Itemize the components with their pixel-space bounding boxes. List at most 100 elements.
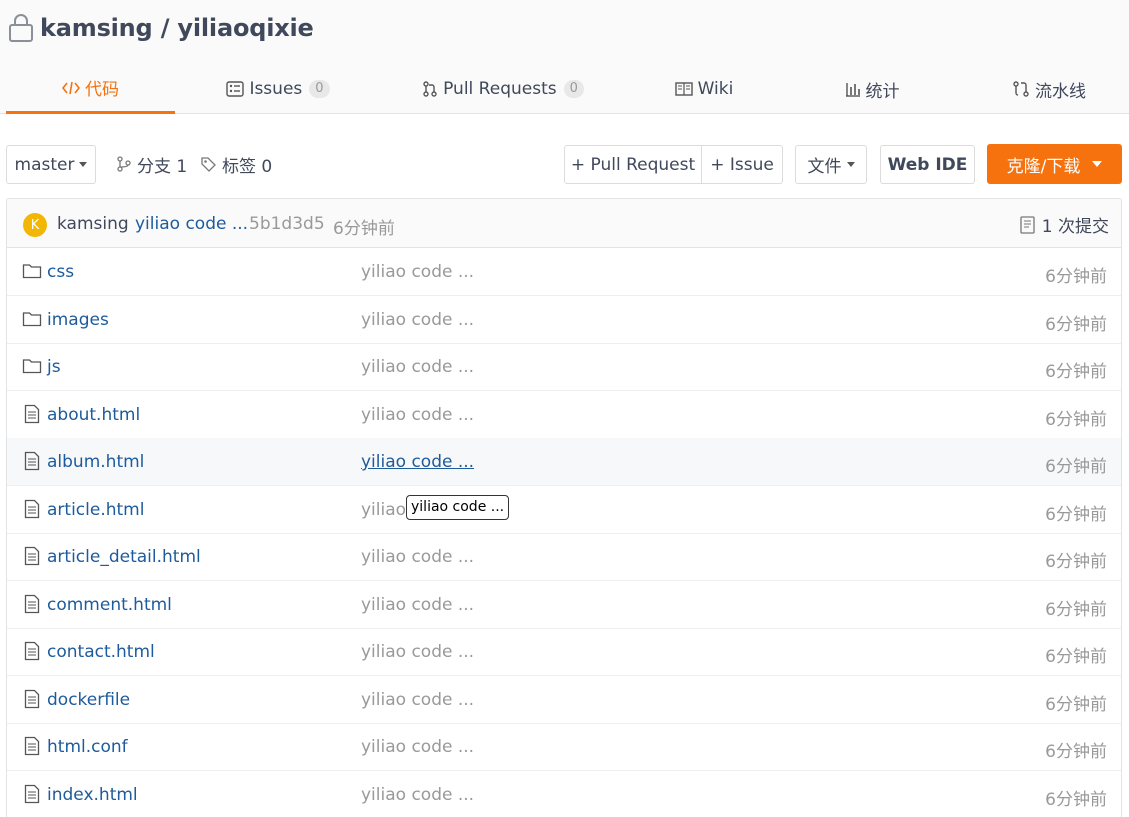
lock-icon — [9, 14, 33, 42]
tab-pipeline[interactable]: 流水线 — [994, 64, 1104, 114]
file-row[interactable]: css yiliao code ... 6分钟前 — [7, 248, 1121, 296]
file-name-link[interactable]: index.html — [47, 785, 138, 805]
file-commit-message[interactable]: yiliao code ... — [361, 737, 474, 757]
file-icon — [22, 689, 42, 709]
web-ide-button[interactable]: Web IDE — [880, 145, 975, 184]
tab-label: Wiki — [697, 79, 734, 99]
file-icon — [22, 784, 42, 804]
branches-link[interactable]: 分支 1 — [116, 152, 188, 177]
file-name-link[interactable]: images — [47, 310, 109, 330]
chevron-down-icon — [79, 162, 88, 167]
file-name-link[interactable]: contact.html — [47, 642, 155, 662]
file-table: K kamsing yiliao code ... 5b1d3d5 6分钟前 1… — [6, 198, 1122, 817]
file-row[interactable]: html.conf yiliao code ... 6分钟前 — [7, 723, 1121, 771]
tab-label: Pull Requests — [443, 79, 557, 99]
file-name-link[interactable]: html.conf — [47, 737, 128, 757]
file-commit-message[interactable]: yiliao code ... — [361, 642, 474, 662]
file-icon — [22, 451, 42, 471]
file-commit-time: 6分钟前 — [1045, 552, 1107, 572]
file-row[interactable]: dockerfile yiliao code ... 6分钟前 — [7, 676, 1121, 724]
branches-label: 分支 1 — [137, 156, 188, 177]
file-commit-time: 6分钟前 — [1045, 695, 1107, 715]
file-row[interactable]: index.html yiliao code ... 6分钟前 — [7, 771, 1121, 817]
tab-code[interactable]: 代码 — [6, 64, 175, 114]
clone-download-button[interactable]: 克隆/下载 — [987, 144, 1122, 184]
file-commit-message[interactable]: yiliao — [361, 500, 406, 520]
repo-name[interactable]: kamsing / yiliaoqixie — [40, 14, 314, 42]
file-row[interactable]: js yiliao code ... 6分钟前 — [7, 343, 1121, 391]
commit-hash[interactable]: 5b1d3d5 — [249, 214, 325, 234]
tags-link[interactable]: 标签 0 — [200, 152, 273, 177]
issues-icon — [226, 81, 245, 97]
file-menu-label: 文件 — [807, 157, 842, 177]
new-pull-request-label: + Pull Request — [570, 154, 696, 175]
file-commit-time: 6分钟前 — [1045, 410, 1107, 430]
file-commit-time: 6分钟前 — [1045, 505, 1107, 525]
file-row[interactable]: article_detail.html yiliao code ... 6分钟前 — [7, 533, 1121, 581]
file-name-link[interactable]: about.html — [47, 405, 140, 425]
tab-label: 流水线 — [1035, 81, 1086, 102]
file-commit-message[interactable]: yiliao code ... — [361, 452, 474, 472]
stats-icon — [845, 81, 861, 97]
file-menu-button[interactable]: 文件 — [795, 145, 867, 184]
tab-wiki[interactable]: Wiki — [660, 64, 748, 114]
repo-header: kamsing / yiliaoqixie 代码 Issues 0 Pull R… — [0, 0, 1129, 114]
branch-select[interactable]: master — [6, 145, 96, 184]
file-commit-message[interactable]: yiliao code ... — [361, 547, 474, 567]
pull-request-icon — [422, 81, 438, 97]
branch-icon — [116, 156, 132, 172]
tab-label: 统计 — [865, 81, 900, 102]
file-commit-message[interactable]: yiliao code ... — [361, 357, 474, 377]
pr-count-badge: 0 — [563, 80, 584, 98]
file-name-link[interactable]: js — [47, 357, 61, 377]
repo-tabs: 代码 Issues 0 Pull Requests 0 Wiki 统计 流水线 — [0, 64, 1129, 114]
file-commit-time: 6分钟前 — [1045, 790, 1107, 810]
file-commit-message[interactable]: yiliao code ... — [361, 405, 474, 425]
file-row[interactable]: article.html yiliao 6分钟前 — [7, 486, 1121, 534]
new-pull-request-button[interactable]: + Pull Request — [564, 145, 702, 184]
tab-pull-requests[interactable]: Pull Requests 0 — [408, 64, 598, 114]
tab-stats[interactable]: 统计 — [824, 64, 920, 114]
file-name-link[interactable]: css — [47, 262, 74, 282]
new-issue-label: + Issue — [710, 154, 774, 175]
chevron-down-icon — [1092, 161, 1103, 167]
file-name-link[interactable]: dockerfile — [47, 690, 130, 710]
file-commit-message[interactable]: yiliao code ... — [361, 690, 474, 710]
commits-link[interactable]: 1 次提交 — [1020, 212, 1109, 237]
commits-count: 1 次提交 — [1041, 217, 1109, 237]
file-icon — [22, 546, 42, 566]
commit-message[interactable]: yiliao code ... — [135, 214, 248, 234]
file-commit-time: 6分钟前 — [1045, 315, 1107, 335]
file-row[interactable]: about.html yiliao code ... 6分钟前 — [7, 391, 1121, 439]
commit-message-tooltip: yiliao code ... — [406, 495, 510, 520]
wiki-icon — [674, 82, 693, 96]
file-name-link[interactable]: album.html — [47, 452, 144, 472]
file-row[interactable]: contact.html yiliao code ... 6分钟前 — [7, 628, 1121, 676]
file-name-link[interactable]: comment.html — [47, 595, 172, 615]
file-name-link[interactable]: article_detail.html — [47, 547, 201, 567]
file-row[interactable]: album.html yiliao code ... 6分钟前 — [7, 438, 1121, 486]
tab-label: 代码 — [85, 80, 119, 100]
avatar[interactable]: K — [23, 213, 47, 237]
branch-name: master — [14, 154, 75, 175]
repo-title: kamsing / yiliaoqixie — [8, 12, 314, 44]
file-commit-time: 6分钟前 — [1045, 457, 1107, 477]
file-commit-time: 6分钟前 — [1045, 267, 1107, 287]
file-row[interactable]: comment.html yiliao code ... 6分钟前 — [7, 581, 1121, 629]
file-row[interactable]: images yiliao code ... 6分钟前 — [7, 296, 1121, 344]
file-commit-message[interactable]: yiliao code ... — [361, 262, 474, 282]
commit-time: 6分钟前 — [333, 219, 395, 239]
file-commit-message[interactable]: yiliao code ... — [361, 595, 474, 615]
file-commit-message[interactable]: yiliao code ... — [361, 310, 474, 330]
file-commit-time: 6分钟前 — [1045, 647, 1107, 667]
tab-issues[interactable]: Issues 0 — [208, 64, 348, 114]
new-issue-button[interactable]: + Issue — [701, 145, 783, 184]
tags-label: 标签 0 — [222, 156, 273, 177]
commit-history-icon — [1020, 215, 1036, 234]
clone-download-label: 克隆/下载 — [1006, 156, 1081, 177]
commit-author[interactable]: kamsing — [57, 214, 129, 234]
file-commit-time: 6分钟前 — [1045, 742, 1107, 762]
folder-icon — [22, 261, 42, 281]
file-name-link[interactable]: article.html — [47, 500, 144, 520]
file-commit-message[interactable]: yiliao code ... — [361, 785, 474, 805]
